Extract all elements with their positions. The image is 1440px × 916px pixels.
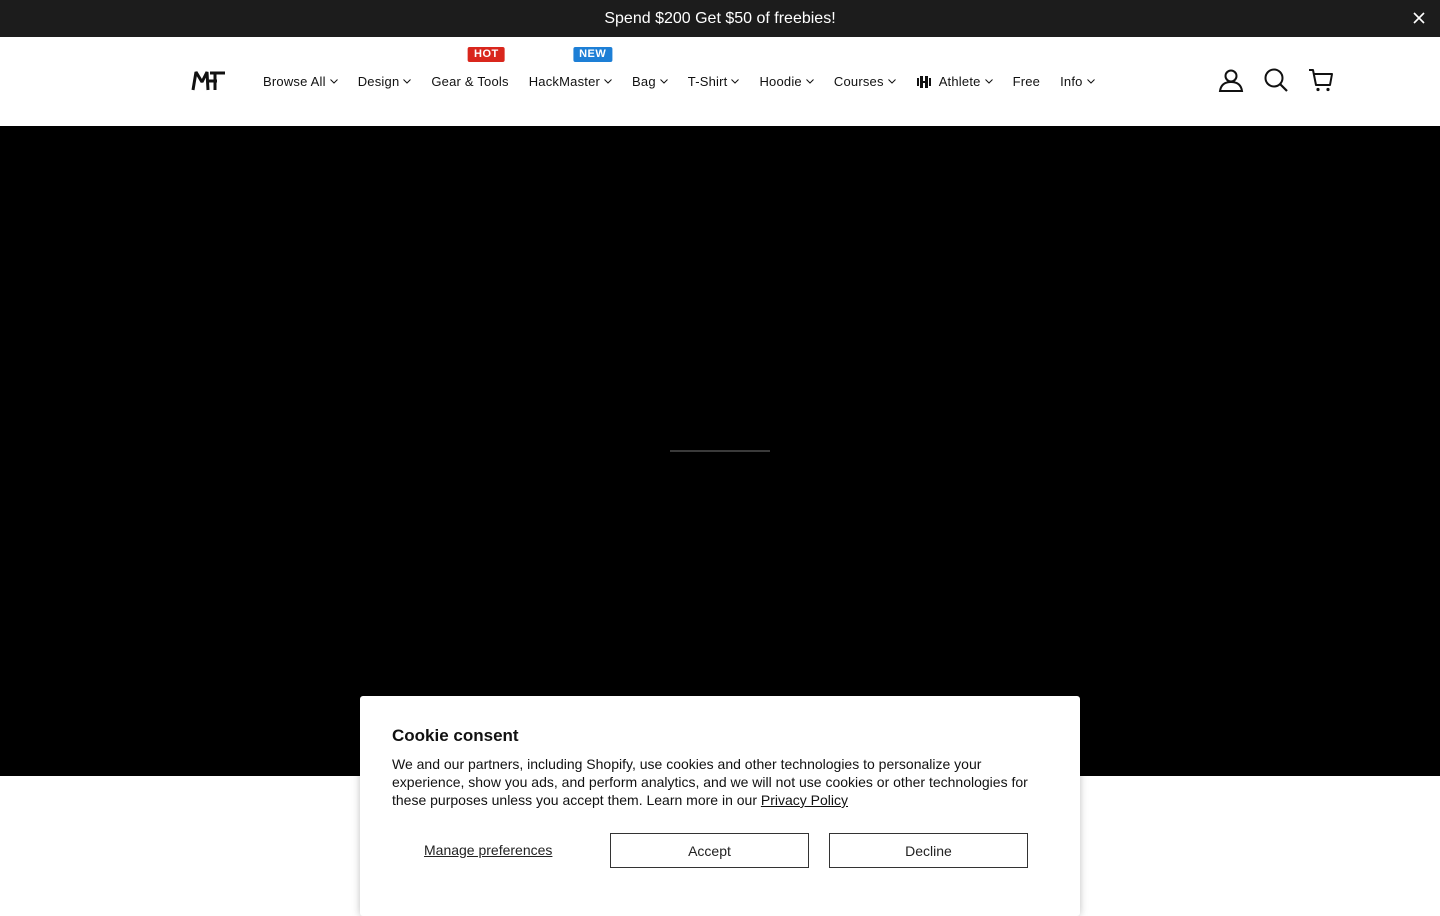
decline-button[interactable]: Decline bbox=[829, 833, 1028, 868]
nav-label: HackMaster bbox=[528, 74, 601, 89]
nav-t-shirt[interactable]: T-Shirt bbox=[688, 74, 740, 89]
cookie-actions: Manage preferences Accept Decline bbox=[392, 833, 1048, 868]
cookie-body-text: We and our partners, including Shopify, … bbox=[392, 756, 1028, 808]
nav-browse-all[interactable]: Browse All bbox=[263, 74, 338, 89]
mft-logo-icon[interactable] bbox=[191, 68, 227, 92]
chevron-down-icon bbox=[1086, 79, 1095, 84]
nav-label: Free bbox=[1012, 74, 1041, 89]
hot-badge: HOT bbox=[468, 47, 505, 62]
hero-banner bbox=[0, 126, 1440, 776]
nav-label: Courses bbox=[833, 74, 884, 89]
announcement-text: Spend $200 Get $50 of freebies! bbox=[604, 9, 836, 27]
chevron-down-icon bbox=[659, 79, 668, 84]
cookie-consent-dialog: Cookie consent We and our partners, incl… bbox=[360, 696, 1080, 916]
account-icon[interactable] bbox=[1218, 67, 1244, 93]
nav-label: Athlete bbox=[938, 74, 981, 89]
cookie-body: We and our partners, including Shopify, … bbox=[392, 755, 1048, 809]
dumbbell-icon bbox=[916, 75, 931, 88]
chevron-down-icon bbox=[329, 79, 338, 84]
nav-design[interactable]: Design bbox=[358, 74, 412, 89]
header-icons bbox=[1199, 67, 1334, 93]
nav-athlete[interactable]: Athlete bbox=[916, 74, 993, 89]
announcement-bar: Spend $200 Get $50 of freebies! bbox=[0, 0, 1440, 37]
nav-hackmaster[interactable]: NEW HackMaster bbox=[528, 47, 613, 89]
chevron-down-icon bbox=[403, 79, 412, 84]
nav-info[interactable]: Info bbox=[1060, 74, 1095, 89]
new-badge: NEW bbox=[573, 47, 613, 62]
site-header: Browse All Design HOT Gear & Tools NEW H… bbox=[0, 37, 1440, 126]
chevron-down-icon bbox=[887, 79, 896, 84]
nav-label: Design bbox=[357, 74, 400, 89]
nav-label: T-Shirt bbox=[687, 74, 728, 89]
cookie-title: Cookie consent bbox=[392, 726, 519, 745]
nav-bag[interactable]: Bag bbox=[632, 74, 668, 89]
nav-label: Bag bbox=[632, 74, 656, 89]
privacy-policy-link[interactable]: Privacy Policy bbox=[761, 792, 848, 808]
nav-label: Gear & Tools bbox=[431, 74, 509, 89]
search-icon[interactable] bbox=[1263, 67, 1289, 93]
nav-gear-tools[interactable]: HOT Gear & Tools bbox=[431, 47, 509, 89]
chevron-down-icon bbox=[604, 79, 612, 84]
chevron-down-icon bbox=[731, 79, 740, 84]
chevron-down-icon bbox=[984, 79, 993, 84]
nav-courses[interactable]: Courses bbox=[834, 74, 896, 89]
manage-preferences-link[interactable]: Manage preferences bbox=[424, 842, 552, 858]
nav-free[interactable]: Free bbox=[1013, 74, 1041, 89]
chevron-down-icon bbox=[806, 79, 814, 84]
nav-label: Info bbox=[1060, 74, 1083, 89]
nav-label: Hoodie bbox=[759, 74, 802, 89]
nav-label: Browse All bbox=[263, 74, 326, 89]
main-nav: Browse All Design HOT Gear & Tools NEW H… bbox=[263, 37, 1115, 126]
cart-icon[interactable] bbox=[1308, 67, 1334, 93]
loading-bar bbox=[670, 450, 770, 452]
nav-hoodie[interactable]: Hoodie bbox=[759, 74, 814, 89]
accept-button[interactable]: Accept bbox=[610, 833, 809, 868]
close-icon[interactable] bbox=[1412, 11, 1426, 25]
